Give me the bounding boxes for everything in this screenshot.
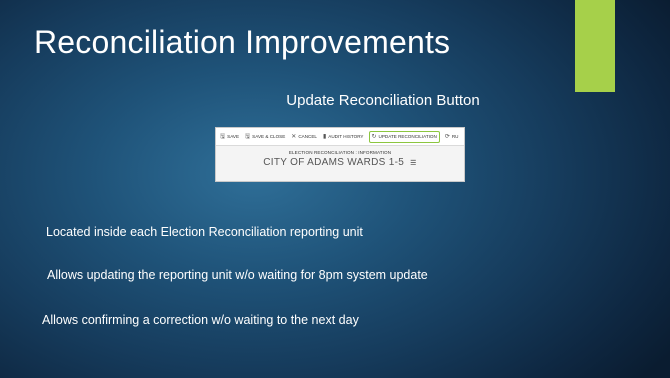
app-screenshot: 🖫 SAVE 🖫 SAVE & CLOSE ✕ CANCEL ▮ AUDIT H… [215, 127, 465, 182]
bullet-text-3: Allows confirming a correction w/o waiti… [42, 313, 359, 327]
close-icon: ✕ [291, 133, 297, 140]
save-button[interactable]: 🖫 SAVE [219, 133, 240, 141]
bullet-text-1: Located inside each Election Reconciliat… [46, 225, 363, 239]
accent-bar [575, 0, 615, 92]
update-icon: ↻ [371, 133, 377, 140]
audit-history-button[interactable]: ▮ AUDIT HISTORY [322, 133, 365, 141]
save-close-icon: 🖫 [245, 133, 251, 140]
save-button-label: SAVE [227, 134, 240, 139]
record-name: CITY OF ADAMS WARDS 1-5 ☰ [216, 157, 464, 168]
audit-history-icon: ▮ [322, 133, 327, 140]
audit-history-button-label: AUDIT HISTORY [328, 134, 364, 139]
save-close-button[interactable]: 🖫 SAVE & CLOSE [244, 133, 286, 141]
cancel-button-label: CANCEL [298, 134, 317, 139]
form-label: ELECTION RECONCILIATION : INFORMATION [288, 150, 392, 155]
save-icon: 🖫 [220, 133, 226, 140]
app-toolbar: 🖫 SAVE 🖫 SAVE & CLOSE ✕ CANCEL ▮ AUDIT H… [216, 128, 464, 146]
record-name-text: CITY OF ADAMS WARDS 1-5 [263, 157, 405, 168]
slide: Reconciliation Improvements Update Recon… [0, 0, 670, 378]
app-form-header: ELECTION RECONCILIATION : INFORMATION CI… [216, 146, 464, 168]
update-reconciliation-button-label: UPDATE RECONCILIATION [378, 134, 437, 139]
bullet-text-2: Allows updating the reporting unit w/o w… [47, 268, 428, 282]
run-icon: ⟳ [444, 133, 450, 140]
update-reconciliation-button[interactable]: ↻ UPDATE RECONCILIATION [368, 130, 440, 143]
cancel-button[interactable]: ✕ CANCEL [290, 133, 318, 141]
save-close-button-label: SAVE & CLOSE [252, 134, 286, 139]
slide-subtitle: Update Reconciliation Button [286, 92, 480, 109]
run-button-label: RU [451, 134, 459, 139]
run-button[interactable]: ⟳ RU [444, 133, 460, 141]
slide-title: Reconciliation Improvements [34, 24, 451, 60]
menu-icon[interactable]: ☰ [410, 160, 417, 167]
